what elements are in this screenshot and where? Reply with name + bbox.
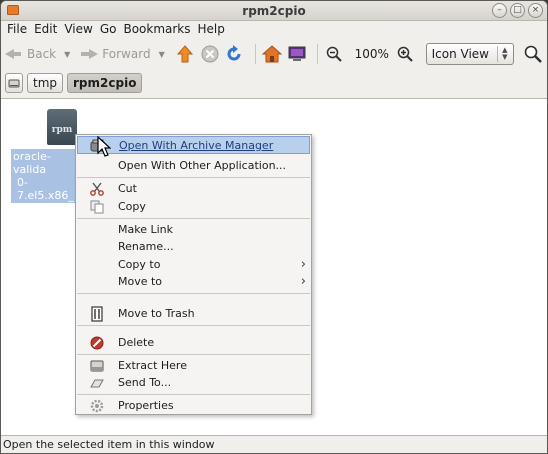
menu-separator [77,394,310,395]
menu-separator [77,293,310,294]
search-icon [524,45,542,63]
window-title: rpm2cpio [242,4,306,18]
back-arrow-icon [5,46,23,62]
trash-icon [89,306,105,322]
delete-icon [89,336,105,350]
menu-move-to-trash[interactable]: Move to Trash [77,305,310,323]
file-name-label: oracle-valida 0-7.el5.x86_ [11,149,81,203]
breadcrumb-tmp[interactable]: tmp [27,73,64,93]
menu-label: Copy to [118,258,161,271]
properties-icon [89,399,105,413]
up-button[interactable] [175,43,196,65]
menu-bookmarks[interactable]: Bookmarks [121,21,195,40]
rpm-package-icon: rpm [47,109,77,145]
extract-icon [89,359,105,373]
menu-edit[interactable]: Edit [32,21,62,40]
menu-view[interactable]: View [62,21,97,40]
menu-label: Send To... [118,376,172,389]
view-mode-select[interactable]: Icon View ▲ ▼ [425,43,515,65]
menu-separator [77,325,310,326]
menu-label: Cut [118,182,137,195]
menu-properties[interactable]: Properties [77,397,310,415]
menubar: File Edit View Go Bookmarks Help [1,21,547,40]
toolbar: Back ▼ Forward ▼ 100% Icon View ▲ ▼ [1,40,547,68]
file-name-line1: oracle-valida [13,150,51,176]
computer-icon [288,46,306,61]
menu-help[interactable]: Help [196,21,230,40]
menu-label: Delete [118,336,155,349]
menu-send-to[interactable]: Send To... [77,374,310,392]
menu-go[interactable]: Go [98,21,122,40]
view-mode-value: Icon View [431,47,489,61]
select-arrows-icon: ▲ ▼ [497,46,511,62]
zoom-in-icon [398,46,413,62]
forward-history-dropdown-icon[interactable]: ▼ [159,50,165,59]
home-button[interactable] [262,43,283,65]
menu-delete[interactable]: Delete [77,334,310,352]
submenu-arrow-icon: › [300,274,306,289]
file-manager-window: rpm2cpio – □ × File Edit View Go Bookmar… [0,0,548,454]
forward-label: Forward [102,47,151,61]
menu-copy[interactable]: Copy [77,198,310,216]
zoom-level[interactable]: 100% [355,47,389,61]
menu-rename[interactable]: Rename... [77,238,310,256]
copy-icon [89,200,105,214]
menu-label: Properties [118,399,174,412]
stop-button[interactable] [199,43,220,65]
menu-label: Copy [118,200,146,213]
mouse-pointer-icon [97,136,111,157]
location-toggle-button[interactable] [5,73,23,93]
title-bar[interactable]: rpm2cpio – □ × [1,1,547,21]
file-name-line2: 0-7.el5.x86_ [17,176,74,202]
menu-label: Open With Other Application... [118,159,287,172]
menu-open-with-archive-manager[interactable]: Open With Archive Manager [77,136,310,154]
menu-separator [77,354,310,355]
menu-label: Make Link [118,223,173,236]
context-menu: Open With Archive Manager Open With Othe… [75,134,312,415]
send-icon [89,376,105,390]
forward-button[interactable]: Forward [80,42,151,66]
menu-move-to[interactable]: Move to › [77,273,310,291]
breadcrumb-rpm2cpio[interactable]: rpm2cpio [67,73,143,93]
search-button[interactable] [522,43,543,65]
home-icon [262,45,282,63]
menu-extract-here[interactable]: Extract Here [77,357,310,375]
toolbar-separator [254,44,256,64]
reload-icon [227,45,241,61]
back-label: Back [27,47,57,61]
submenu-arrow-icon: › [300,257,306,272]
back-button[interactable]: Back [5,42,56,66]
menu-label: Extract Here [118,359,187,372]
minimize-button[interactable]: – [492,3,507,18]
menu-open-with-other-application[interactable]: Open With Other Application... [77,157,310,175]
cut-icon [89,182,105,196]
menu-separator [77,218,310,219]
menu-label: Open With Archive Manager [119,139,274,152]
menu-separator [77,177,310,178]
menu-copy-to[interactable]: Copy to › [77,256,310,274]
maximize-button[interactable]: □ [510,3,525,18]
stop-icon [201,45,219,63]
zoom-out-icon [327,46,342,62]
menu-file[interactable]: File [5,21,32,40]
menu-label: Move to Trash [118,307,195,320]
zoom-out-button[interactable] [324,43,345,65]
toolbar-separator [317,44,318,64]
window-controls: – □ × [492,3,543,18]
drive-icon [8,79,20,88]
back-history-dropdown-icon[interactable]: ▼ [64,50,70,59]
computer-button[interactable] [286,43,307,65]
up-arrow-icon [176,45,194,63]
menu-make-link[interactable]: Make Link [77,221,310,239]
forward-arrow-icon [80,46,99,62]
reload-button[interactable] [224,43,245,65]
status-bar: Open the selected item in this window [3,438,215,451]
close-button[interactable]: × [528,3,543,18]
zoom-in-button[interactable] [395,43,416,65]
menu-label: Rename... [118,240,174,253]
location-bar: tmp rpm2cpio [1,70,547,96]
menu-label: Move to [118,275,163,288]
menu-cut[interactable]: Cut [77,180,310,198]
